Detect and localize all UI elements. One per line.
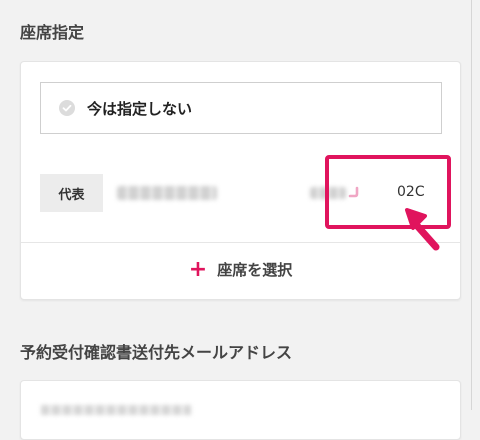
- check-circle-icon: [59, 100, 75, 116]
- plus-icon: +: [188, 256, 208, 282]
- panel-right-border: [471, 0, 472, 410]
- no-seat-selection-label: 今は指定しない: [87, 99, 193, 118]
- passenger-badge: 代表: [40, 174, 103, 212]
- email-card: [20, 380, 461, 440]
- passenger-name-redacted: [117, 186, 217, 200]
- pointer-arrow-icon: [398, 203, 444, 257]
- section-title-seat: 座席指定: [20, 23, 85, 42]
- section-title-email: 予約受付確認書送付先メールアドレス: [20, 343, 293, 362]
- select-seat-button[interactable]: + 座席を選択: [21, 243, 460, 296]
- no-seat-selection-option[interactable]: 今は指定しない: [40, 82, 442, 134]
- select-seat-label: 座席を選択: [217, 261, 293, 279]
- email-content-redacted: [41, 405, 191, 415]
